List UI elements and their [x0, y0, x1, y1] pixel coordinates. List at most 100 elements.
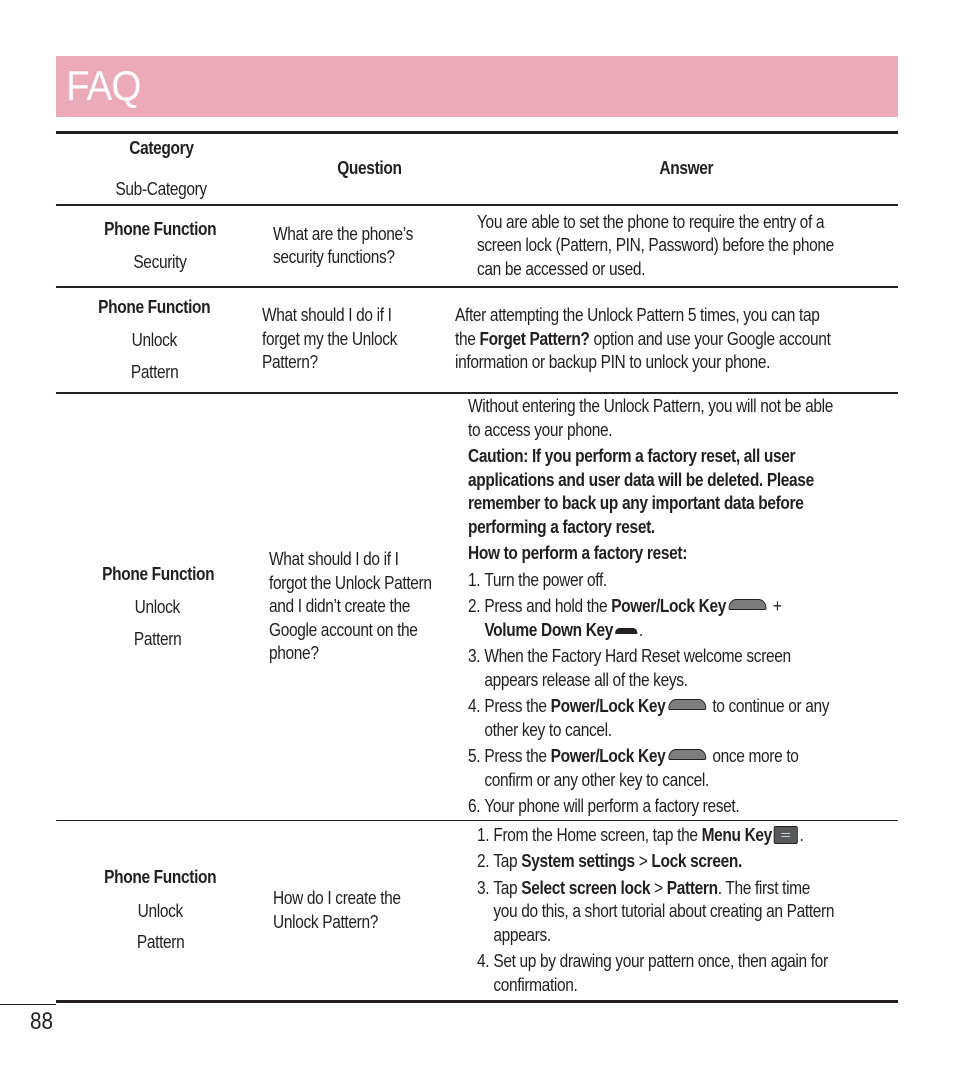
question-cell: What should I do if I forget my the Unlo… — [253, 288, 448, 392]
category-cell: Phone Function Unlock Pattern — [56, 821, 264, 1000]
caution-line: applications and user data will be delet… — [467, 469, 814, 490]
table-row: Phone Function Security What are the pho… — [56, 206, 898, 288]
power-lock-key-icon — [667, 699, 706, 711]
separator: > — [649, 877, 667, 898]
header-category: Category — [128, 138, 194, 158]
step-4-cont: confirmation. — [477, 974, 834, 998]
step-text: appears. — [493, 924, 551, 945]
caution-line: Caution: If you perform a factory reset,… — [467, 446, 796, 467]
question-line: forget my the Unlock — [262, 328, 398, 349]
plus-sign: + — [768, 596, 782, 617]
step-number: 4. — [467, 696, 481, 717]
step-3-cont: you do this, a short tutorial about crea… — [477, 900, 834, 924]
forget-pattern-option: Forget Pattern? — [479, 328, 590, 349]
answer-line: You are able to set the phone to require… — [476, 211, 825, 232]
step-4-cont: other key to cancel. — [468, 719, 833, 743]
question-line: security functions? — [273, 247, 396, 267]
header-answer-cell: Answer — [473, 134, 898, 204]
answer-cell: After attempting the Unlock Pattern 5 ti… — [448, 288, 898, 392]
step-text: Set up by drawing your pattern once, the… — [493, 951, 828, 972]
sub-category: Pattern — [134, 628, 182, 649]
caution-line: performing a factory reset. — [467, 516, 655, 537]
faq-table: Category Sub-Category Question Answer Ph… — [56, 131, 898, 1003]
select-screen-lock-label: Select screen lock — [520, 877, 650, 898]
answer-line: Without entering the Unlock Pattern, you… — [467, 396, 833, 417]
menu-key-icon — [773, 825, 798, 844]
answer-line: to access your phone. — [467, 419, 613, 440]
step-3: 3. When the Factory Hard Reset welcome s… — [468, 645, 833, 669]
question-cell: What should I do if I forgot the Unlock … — [260, 394, 461, 820]
category: Phone Function — [104, 867, 217, 888]
header-answer: Answer — [659, 158, 713, 179]
caution-line: remember to back up any important data b… — [467, 493, 804, 514]
answer-line: After attempting the Unlock Pattern 5 ti… — [455, 305, 820, 325]
page-title: FAQ — [66, 62, 141, 109]
step-2-cont: Volume Down Key. — [468, 619, 833, 643]
question-line: What should I do if I — [262, 305, 392, 325]
step-4: 4. Press the Power/Lock Key to continue … — [468, 695, 833, 719]
step-number: 5. — [467, 746, 481, 767]
step-number: 2. — [476, 851, 490, 872]
step-number: 3. — [467, 646, 481, 667]
question-line: Pattern? — [262, 352, 319, 372]
question-line: How do I create the — [273, 888, 402, 908]
power-lock-key-label: Power/Lock Key — [550, 746, 665, 767]
step-text: once more to — [707, 746, 799, 767]
header-sub-category: Sub-Category — [115, 178, 207, 199]
question-line: What should I do if I — [268, 549, 399, 570]
step-text: Turn the power off. — [483, 569, 607, 590]
sub-category: Unlock — [132, 330, 178, 351]
answer-line: information or backup PIN to unlock your… — [455, 352, 771, 372]
step-6: 6. Your phone will perform a factory res… — [468, 795, 833, 819]
volume-down-key-icon — [614, 627, 637, 634]
header-question-cell: Question — [266, 134, 473, 204]
step-5: 5. Press the Power/Lock Key once more to — [468, 745, 833, 769]
category-cell: Phone Function Unlock Pattern — [56, 394, 260, 820]
step-number: 3. — [476, 877, 490, 898]
answer-cell: Without entering the Unlock Pattern, you… — [461, 394, 898, 820]
page-number: 88 — [30, 1008, 53, 1035]
category-cell: Phone Function Security — [56, 206, 264, 286]
faq-banner: FAQ — [56, 56, 898, 117]
step-text: appears release all of the keys. — [483, 669, 688, 690]
table-header-row: Category Sub-Category Question Answer — [56, 134, 898, 206]
step-text: confirmation. — [493, 974, 578, 995]
separator: > — [634, 851, 652, 872]
step-2: 2. Press and hold the Power/Lock Key + — [468, 595, 833, 619]
step-text: Press the — [483, 746, 551, 767]
power-lock-key-label: Power/Lock Key — [610, 596, 726, 617]
answer-cell: You are able to set the phone to require… — [470, 206, 898, 286]
step-number: 2. — [467, 596, 481, 617]
step-3: 3. Tap Select screen lock > Pattern. The… — [477, 877, 834, 901]
step-text: From the Home screen, tap the — [493, 824, 702, 845]
step-text: other key to cancel. — [483, 719, 612, 740]
step-1: 1. Turn the power off. — [468, 569, 833, 593]
menu-key-label: Menu Key — [701, 824, 772, 845]
question-line: Google account on the — [268, 619, 418, 640]
sub-category: Pattern — [136, 932, 184, 953]
answer-line: the Forget Pattern? option and use your … — [455, 328, 831, 352]
step-2: 2. Tap System settings > Lock screen. — [477, 850, 834, 874]
step-text: . — [799, 824, 804, 845]
power-lock-key-label: Power/Lock Key — [550, 696, 665, 717]
step-3-cont: appears. — [477, 924, 834, 948]
sub-category: Unlock — [135, 597, 181, 618]
power-lock-key-icon — [667, 749, 706, 761]
lock-screen-label: Lock screen. — [651, 851, 742, 872]
question-line: and I didn’t create the — [268, 596, 410, 617]
step-number: 1. — [467, 569, 481, 590]
step-text: Your phone will perform a factory reset. — [483, 796, 739, 817]
sub-category: Security — [133, 252, 188, 272]
table-row: Phone Function Unlock Pattern What shoul… — [56, 394, 898, 821]
question-line: Unlock Pattern? — [273, 911, 379, 932]
question-line: forgot the Unlock Pattern — [268, 572, 432, 593]
answer-line: screen lock (Pattern, PIN, Password) bef… — [476, 235, 834, 256]
answer-line: can be accessed or used. — [476, 258, 646, 279]
answer-text: option and use your Google account — [589, 328, 831, 349]
step-3-cont: appears release all of the keys. — [468, 669, 833, 693]
volume-down-key-label: Volume Down Key — [483, 619, 613, 640]
step-5-cont: confirm or any other key to cancel. — [468, 769, 833, 793]
power-lock-key-icon — [728, 599, 766, 611]
question-line: phone? — [268, 643, 319, 664]
step-text: . — [638, 619, 643, 640]
